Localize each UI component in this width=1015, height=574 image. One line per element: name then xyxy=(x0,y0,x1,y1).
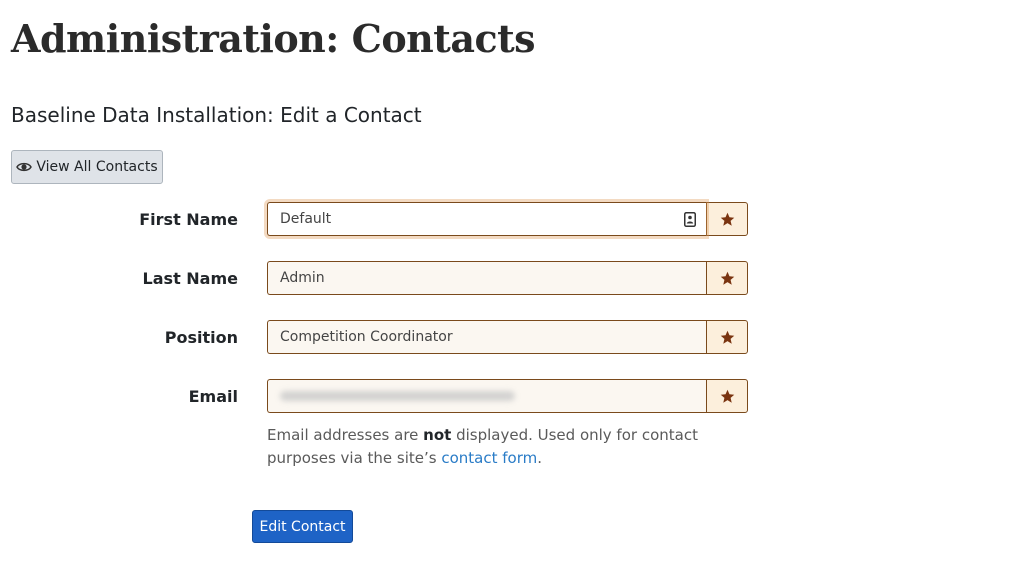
required-addon xyxy=(706,202,748,236)
star-icon xyxy=(720,330,734,344)
star-icon xyxy=(720,212,734,226)
page-title: Administration: Contacts xyxy=(11,16,536,61)
first-name-label: First Name xyxy=(139,210,238,229)
page-subtitle: Baseline Data Installation: Edit a Conta… xyxy=(11,103,422,127)
star-icon xyxy=(720,271,734,285)
first-name-wrapper xyxy=(267,202,706,236)
first-name-input[interactable] xyxy=(268,203,706,235)
position-input-group xyxy=(267,320,748,354)
last-name-input-group xyxy=(267,261,748,295)
first-name-input-group xyxy=(267,202,748,236)
email-row: Email xyxy=(0,379,760,413)
contact-card-icon[interactable] xyxy=(684,212,696,227)
help-text-part: . xyxy=(537,449,543,467)
redacted-email xyxy=(280,391,515,401)
last-name-row: Last Name xyxy=(0,261,760,295)
view-all-contacts-button[interactable]: View All Contacts xyxy=(11,150,163,184)
view-all-contacts-label: View All Contacts xyxy=(36,159,158,175)
last-name-wrapper xyxy=(267,261,706,295)
required-addon xyxy=(706,379,748,413)
eye-icon xyxy=(16,162,33,172)
position-wrapper xyxy=(267,320,706,354)
position-row: Position xyxy=(0,320,760,354)
position-label: Position xyxy=(164,328,238,347)
email-wrapper xyxy=(267,379,706,413)
help-text-part: Email addresses are xyxy=(267,426,424,444)
position-input[interactable] xyxy=(268,321,706,353)
email-label: Email xyxy=(188,387,238,406)
first-name-row: First Name xyxy=(0,202,760,236)
contact-form-link[interactable]: contact form xyxy=(441,449,537,467)
help-text-emphasis: not xyxy=(423,426,452,444)
edit-contact-button[interactable]: Edit Contact xyxy=(252,510,353,543)
required-addon xyxy=(706,320,748,354)
required-addon xyxy=(706,261,748,295)
email-help-text: Email addresses are not displayed. Used … xyxy=(267,424,757,470)
star-icon xyxy=(720,389,734,403)
email-input-group xyxy=(267,379,748,413)
last-name-input[interactable] xyxy=(268,262,706,294)
last-name-label: Last Name xyxy=(142,269,238,288)
